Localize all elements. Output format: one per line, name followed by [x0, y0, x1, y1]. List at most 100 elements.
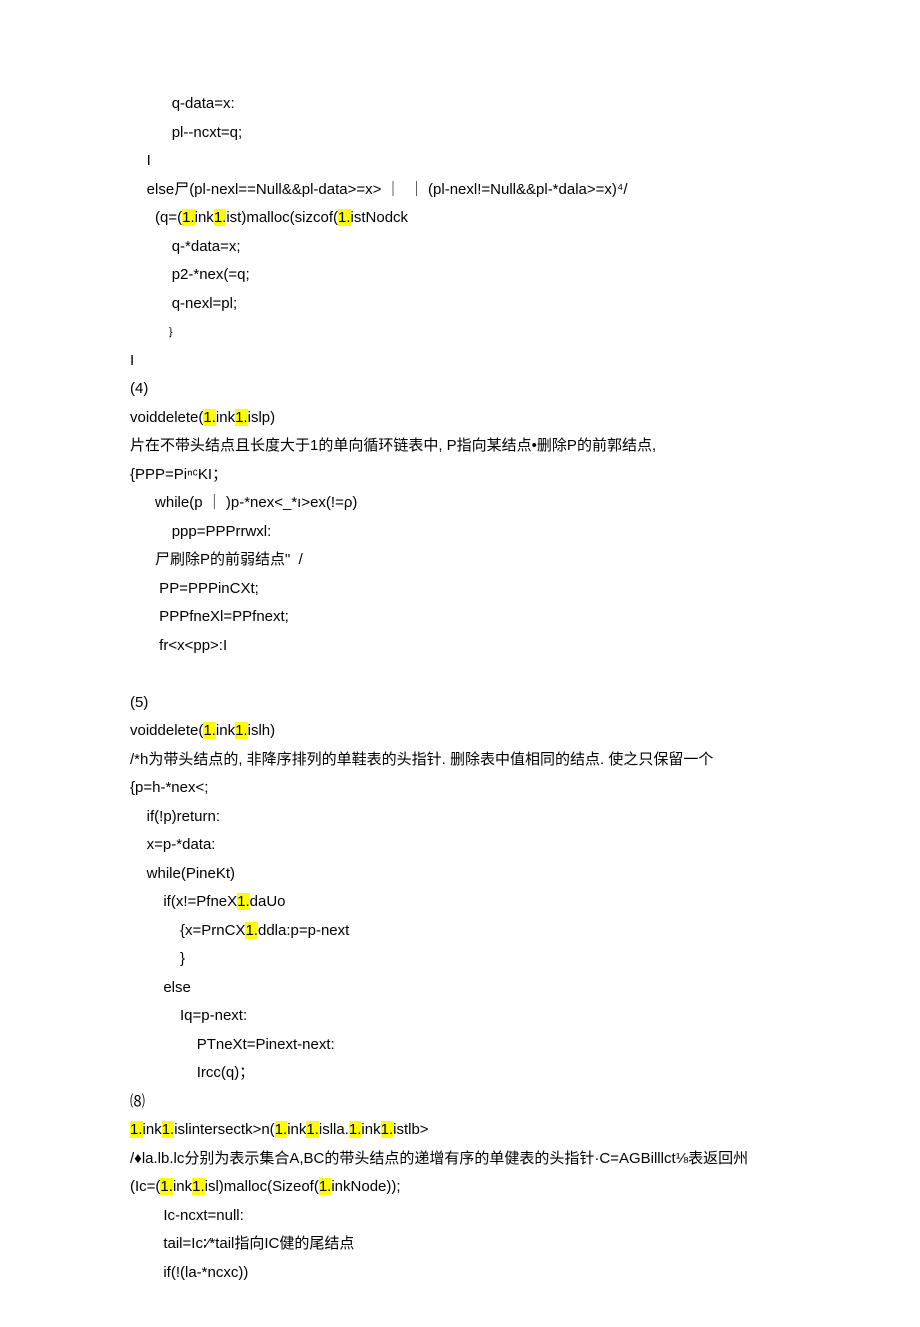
text-span: islintersectk>n(	[174, 1121, 274, 1138]
text-span: {p=h-*nex<;	[130, 779, 208, 796]
highlight-span: 1.	[338, 209, 351, 226]
highlight-span: 1.	[203, 409, 216, 426]
highlight-span: 1.	[237, 893, 250, 910]
text-span: islp)	[248, 409, 276, 426]
text-span: Iq=p-next:	[180, 1007, 247, 1024]
highlight-span: 1.	[381, 1121, 394, 1138]
text-span: ink	[287, 1121, 306, 1138]
text-span: PP=PPPinCXt;	[155, 580, 259, 597]
text-span: ink	[361, 1121, 380, 1138]
highlight-span: 1.	[182, 209, 195, 226]
code-line: (4)	[130, 375, 820, 404]
code-line: q-nexl=pl;	[130, 290, 820, 319]
text-span: 片在不带头结点且长度大于1的单向循环链表中, P指向某结点•删除P的前郭结点,	[130, 437, 656, 454]
highlight-span: 1.	[162, 1121, 175, 1138]
code-line: 1.ink1.islintersectk>n(1.ink1.islla.1.in…	[130, 1116, 820, 1145]
code-line	[130, 660, 820, 689]
code-line: /*h为带头结点的, 非降序排列的单鞋表的头指针. 删除表中值相同的结点. 使之…	[130, 746, 820, 775]
text-span: tail=Ic∶⁄*tail指向IC健的尾结点	[163, 1235, 354, 1252]
highlight-span: 1.	[235, 722, 248, 739]
text-span: ink	[195, 209, 214, 226]
code-line: q-*data=x;	[130, 233, 820, 262]
text-span: p2-*nex(=q;	[172, 266, 250, 283]
text-span: x=p-*data:	[147, 836, 216, 853]
code-line: (Ic=(1.ink1.isl)malloc(Sizeof(1.inkNode)…	[130, 1173, 820, 1202]
text-span: else	[163, 979, 191, 996]
text-span: (4)	[130, 380, 148, 397]
text-span: (Ic=(	[130, 1178, 160, 1195]
code-line: tail=Ic∶⁄*tail指向IC健的尾结点	[130, 1230, 820, 1259]
text-span: ppp=PPPrrwxl:	[172, 523, 272, 540]
code-line: voiddelete(1.ink1.islh)	[130, 717, 820, 746]
text-span: inkNode));	[331, 1178, 400, 1195]
code-line: PPPfneXl=PPfnext;	[130, 603, 820, 632]
text-span: Ic-ncxt=null:	[163, 1207, 243, 1224]
text-span: }	[180, 950, 185, 967]
text-span: ink	[216, 722, 235, 739]
text-span: (5)	[130, 694, 148, 711]
text-span: {PPP=PiⁿᶜKI；	[130, 466, 227, 483]
code-line: while(PineKt)	[130, 860, 820, 889]
code-line: PTneXt=Pinext-next:	[130, 1031, 820, 1060]
code-line: ⑻	[130, 1088, 820, 1117]
text-span: voiddelete(	[130, 722, 203, 739]
text-span: islh)	[248, 722, 276, 739]
text-span: {x=PrnCX	[180, 922, 245, 939]
text-span: I	[147, 152, 151, 169]
text-span: ink	[173, 1178, 192, 1195]
code-line: {PPP=PiⁿᶜKI；	[130, 461, 820, 490]
code-line: ﹜	[130, 318, 820, 347]
text-span: Ircc(q)；	[197, 1064, 255, 1081]
code-line: ppp=PPPrrwxl:	[130, 518, 820, 547]
highlight-span: 1.	[160, 1178, 173, 1195]
code-line: {x=PrnCX1.ddla:p=p-next	[130, 917, 820, 946]
highlight-span: 1.	[319, 1178, 332, 1195]
highlight-span: 1.	[275, 1121, 288, 1138]
code-line: I	[130, 347, 820, 376]
code-line: else	[130, 974, 820, 1003]
code-line: PP=PPPinCXt;	[130, 575, 820, 604]
highlight-span: 1.	[245, 922, 258, 939]
highlight-span: 1.	[349, 1121, 362, 1138]
code-line: fr<x<pp>:I	[130, 632, 820, 661]
text-span: PPPfneXl=PPfnext;	[155, 608, 289, 625]
text-span: 尸刷除P的前弱结点" /	[155, 551, 303, 568]
text-span: /♦la.lb.lc分别为表示集合A,BC的带头结点的递增有序的单健表的头指针·…	[130, 1150, 748, 1167]
text-span: else尸(pl-nexl==Null&&pl-data>=x> ｜ ｜ (pl…	[147, 181, 628, 198]
code-line: /♦la.lb.lc分别为表示集合A,BC的带头结点的递增有序的单健表的头指针·…	[130, 1145, 820, 1174]
code-line: Iq=p-next:	[130, 1002, 820, 1031]
code-line: while(p ｜ )p-*nex<_*ı>ex(!=ρ)	[130, 489, 820, 518]
code-line: 片在不带头结点且长度大于1的单向循环链表中, P指向某结点•删除P的前郭结点,	[130, 432, 820, 461]
highlight-span: 1.	[214, 209, 227, 226]
highlight-span: 1.	[130, 1121, 143, 1138]
text-span: (q=(	[155, 209, 182, 226]
text-span: if(!(la-*ncxc))	[163, 1264, 248, 1281]
text-span: I	[130, 352, 134, 369]
code-line: if(x!=PfneX1.daUo	[130, 888, 820, 917]
text-span: while(p ｜ )p-*nex<_*ı>ex(!=ρ)	[155, 494, 357, 511]
code-line: Ic-ncxt=null:	[130, 1202, 820, 1231]
text-span: fr<x<pp>:I	[155, 637, 227, 654]
code-line: p2-*nex(=q;	[130, 261, 820, 290]
text-span: /*h为带头结点的, 非降序排列的单鞋表的头指针. 删除表中值相同的结点. 使之…	[130, 751, 713, 768]
text-span: if(x!=PfneX	[163, 893, 237, 910]
code-line: pl--ncxt=q;	[130, 119, 820, 148]
text-span: ist)malloc(sizcof(	[226, 209, 338, 226]
text-span: if(!p)return:	[147, 808, 220, 825]
code-line: if(!p)return:	[130, 803, 820, 832]
text-span: voiddelete(	[130, 409, 203, 426]
code-line: (5)	[130, 689, 820, 718]
highlight-span: 1.	[192, 1178, 205, 1195]
text-span: istlb>	[393, 1121, 428, 1138]
text-span: PTneXt=Pinext-next:	[197, 1036, 335, 1053]
text-span: istNodck	[351, 209, 409, 226]
text-span: ink	[216, 409, 235, 426]
highlight-span: 1.	[203, 722, 216, 739]
text-span: pl--ncxt=q;	[172, 124, 242, 141]
text-span: while(PineKt)	[147, 865, 235, 882]
code-line: q-data=x:	[130, 90, 820, 119]
highlight-span: 1.	[306, 1121, 319, 1138]
code-line: voiddelete(1.ink1.islp)	[130, 404, 820, 433]
text-span: islla.	[319, 1121, 349, 1138]
text-span: ink	[143, 1121, 162, 1138]
